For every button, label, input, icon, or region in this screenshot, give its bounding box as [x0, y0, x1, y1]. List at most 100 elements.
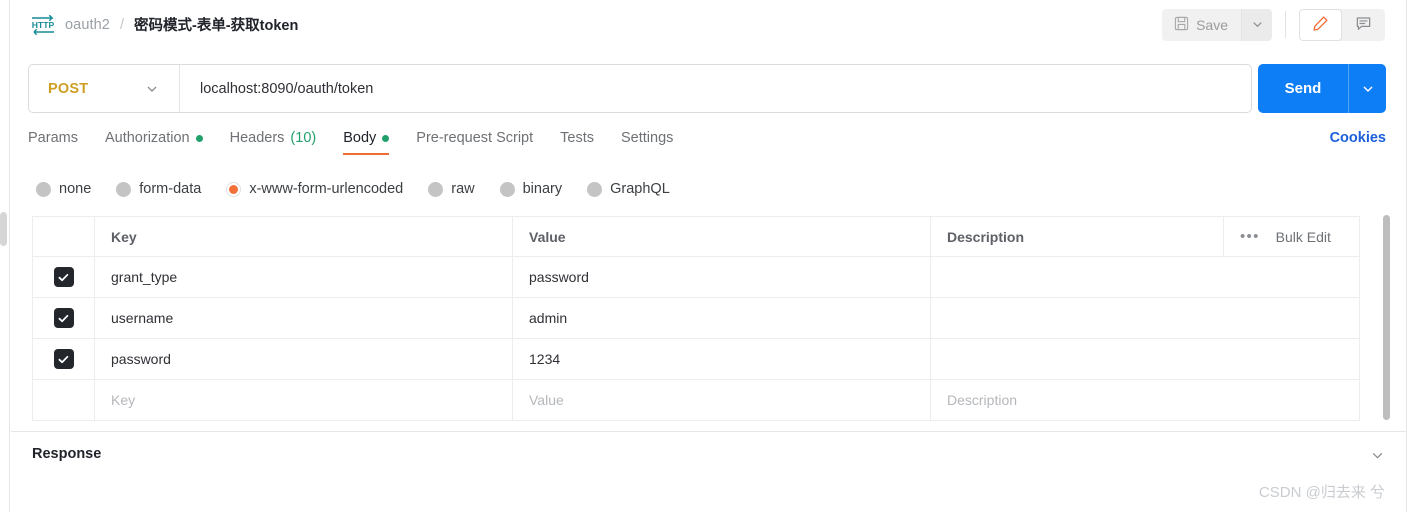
tab-authorization[interactable]: Authorization	[105, 130, 203, 155]
send-options-dropdown[interactable]	[1348, 64, 1386, 113]
body-type-binary[interactable]: binary	[499, 181, 563, 197]
bulk-edit-link[interactable]: Bulk Edit	[1276, 229, 1331, 245]
save-button-label: Save	[1196, 16, 1228, 33]
page-title: 密码模式-表单-获取token	[133, 18, 299, 34]
param-value: 1234	[529, 351, 561, 367]
tab-tests[interactable]: Tests	[560, 130, 594, 155]
param-key: password	[111, 351, 171, 367]
param-description-placeholder: Description	[947, 392, 1018, 408]
param-value: password	[529, 269, 589, 285]
left-panel-scrollbar[interactable]	[0, 212, 7, 246]
row-key-cell[interactable]: grant_type	[95, 257, 513, 297]
tab-body[interactable]: Body	[343, 130, 390, 155]
body-type-x-www-form-urlencoded[interactable]: x-www-form-urlencoded	[226, 181, 403, 197]
column-header-key: Key	[111, 228, 137, 245]
body-type-form-data[interactable]: form-data	[116, 181, 201, 197]
row-description-cell[interactable]	[931, 339, 1359, 379]
table-empty-row[interactable]: Key Value Description	[33, 380, 1359, 421]
radio-label: GraphQL	[610, 181, 670, 197]
radio-circle	[116, 181, 132, 197]
http-protocol-icon: HTTP	[30, 14, 56, 36]
row-key-cell[interactable]: password	[95, 339, 513, 379]
breadcrumb-collection[interactable]: oauth2	[65, 17, 110, 33]
breadcrumb: HTTP oauth2 / 密码模式-表单-获取token	[30, 14, 298, 36]
checkmark-icon	[58, 273, 69, 281]
radio-circle	[499, 181, 515, 197]
radio-label: none	[59, 181, 92, 197]
row-description-cell[interactable]	[931, 298, 1359, 338]
ellipsis-icon[interactable]: •••	[1240, 229, 1260, 244]
tab-pre-request-script[interactable]: Pre-request Script	[416, 130, 533, 155]
radio-label: form-data	[139, 181, 202, 197]
table-row[interactable]: username admin	[33, 298, 1359, 339]
row-checkbox-cell	[33, 380, 95, 420]
cookies-link[interactable]: Cookies	[1330, 130, 1386, 155]
body-type-graphql[interactable]: GraphQL	[587, 181, 670, 197]
row-checkbox-checked[interactable]	[53, 349, 74, 369]
save-options-dropdown[interactable]	[1241, 8, 1272, 41]
send-button[interactable]: Send	[1258, 64, 1348, 113]
checkmark-icon	[58, 355, 69, 363]
save-button[interactable]: Save	[1162, 8, 1241, 41]
response-collapse-toggle[interactable]	[1370, 448, 1385, 468]
row-value-cell[interactable]: Value	[513, 380, 931, 420]
body-type-none[interactable]: none	[36, 181, 91, 197]
body-scrollbar[interactable]	[1383, 215, 1390, 420]
table-row[interactable]: password 1234	[33, 339, 1359, 380]
floppy-disk-icon	[1174, 16, 1189, 34]
radio-label: raw	[451, 181, 475, 197]
checkmark-icon	[58, 314, 69, 322]
url-input[interactable]	[180, 79, 1251, 98]
header-actions: Save	[1162, 0, 1385, 49]
radio-label: x-www-form-urlencoded	[249, 181, 404, 197]
radio-circle	[428, 181, 444, 197]
param-key-placeholder: Key	[111, 392, 136, 408]
save-button-group: Save	[1162, 8, 1272, 41]
header-divider	[1285, 11, 1286, 38]
request-url-bar: POST	[28, 64, 1252, 113]
tab-label: Body	[343, 130, 377, 146]
table-row[interactable]: grant_type password	[33, 257, 1359, 298]
http-method-label: POST	[48, 80, 89, 97]
row-value-cell[interactable]: admin	[513, 298, 931, 338]
tab-label: Tests	[560, 130, 594, 146]
tab-status-dot	[382, 134, 390, 142]
column-header-value: Value	[529, 228, 566, 245]
comments-button[interactable]	[1342, 9, 1385, 41]
row-value-cell[interactable]: 1234	[513, 339, 931, 379]
row-key-cell[interactable]: Key	[95, 380, 513, 420]
tab-headers[interactable]: Headers (10)	[230, 130, 317, 155]
row-checkbox-checked[interactable]	[53, 308, 74, 328]
svg-text:HTTP: HTTP	[32, 20, 55, 30]
body-type-raw[interactable]: raw	[428, 181, 475, 197]
edit-button[interactable]	[1299, 8, 1342, 41]
chevron-down-icon	[145, 82, 159, 96]
param-value: admin	[529, 310, 568, 326]
tab-settings[interactable]: Settings	[621, 130, 673, 155]
row-description-cell[interactable]	[931, 257, 1359, 297]
request-tabs: Params Authorization Headers (10) Body P…	[28, 130, 1386, 161]
row-key-cell[interactable]: username	[95, 298, 513, 338]
radio-label: binary	[522, 181, 563, 197]
tab-status-dot	[195, 134, 203, 142]
http-method-selector[interactable]: POST	[29, 65, 180, 112]
chevron-down-icon	[1372, 453, 1383, 459]
tab-label: Settings	[620, 130, 674, 146]
row-value-cell[interactable]: password	[513, 257, 931, 297]
table-header-row: Key Value Description ••• Bulk Edit	[33, 217, 1359, 257]
tab-label: Pre-request Script	[416, 130, 534, 146]
response-title: Response	[32, 446, 102, 462]
chevron-down-icon	[1252, 22, 1262, 27]
response-section: Response CSDN @归去来 兮	[11, 432, 1407, 512]
param-value-placeholder: Value	[529, 392, 564, 408]
pencil-icon	[1312, 15, 1329, 35]
table-actions-cell: ••• Bulk Edit	[1224, 217, 1359, 256]
comment-icon	[1355, 15, 1372, 35]
tab-params[interactable]: Params	[28, 130, 78, 155]
row-checkbox-checked[interactable]	[53, 267, 74, 287]
watermark: CSDN @归去来 兮	[1258, 484, 1385, 501]
param-key: username	[111, 310, 174, 326]
tab-label: Headers	[229, 130, 285, 146]
row-description-cell[interactable]: Description	[931, 380, 1359, 420]
param-key: grant_type	[111, 269, 178, 285]
